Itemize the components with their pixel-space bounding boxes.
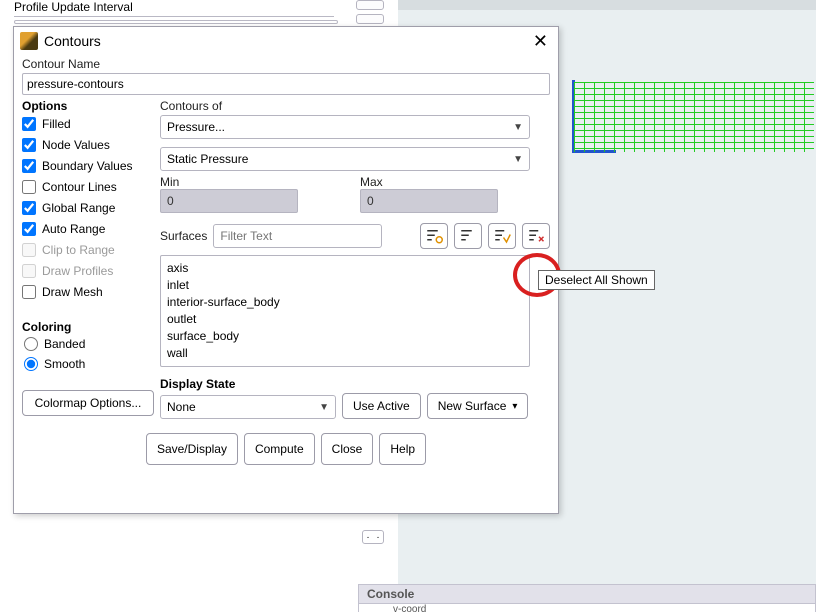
coloring-header: Coloring bbox=[22, 320, 160, 334]
contours-dialog: Contours ✕ Contour Name Options Filled N… bbox=[13, 26, 559, 514]
list-item[interactable]: surface_body bbox=[167, 328, 523, 345]
coloring-banded[interactable]: Banded bbox=[22, 334, 160, 354]
mesh-preview bbox=[574, 82, 814, 152]
opt-clip-to-range: Clip to Range bbox=[22, 239, 160, 260]
options-header: Options bbox=[22, 99, 160, 113]
chevron-down-icon: ▾ bbox=[512, 401, 517, 412]
contours-subvar-combo[interactable]: Static Pressure ▼ bbox=[160, 147, 530, 171]
surfaces-label: Surfaces bbox=[160, 229, 207, 243]
profile-update-section: Profile Update Interval bbox=[14, 0, 334, 17]
sort-button[interactable] bbox=[454, 223, 482, 249]
deselect-all-button[interactable] bbox=[522, 223, 550, 249]
contour-name-input[interactable] bbox=[22, 73, 550, 95]
collapse-down-button[interactable]: ﹒﹒ bbox=[362, 530, 384, 544]
coloring-smooth[interactable]: Smooth bbox=[22, 354, 160, 374]
dialog-titlebar[interactable]: Contours ✕ bbox=[14, 27, 558, 55]
viewport-topbar bbox=[398, 0, 816, 10]
console-title: Console bbox=[367, 587, 414, 601]
opt-boundary-values[interactable]: Boundary Values bbox=[22, 155, 160, 176]
compute-button[interactable]: Compute bbox=[244, 433, 315, 465]
list-item[interactable]: wall bbox=[167, 345, 523, 362]
max-label: Max bbox=[360, 175, 550, 189]
filter-toggle-button[interactable] bbox=[420, 223, 448, 249]
dialog-main-buttons: Save/Display Compute Close Help bbox=[22, 433, 550, 465]
use-active-button[interactable]: Use Active bbox=[342, 393, 421, 419]
contours-of-label: Contours of bbox=[160, 99, 550, 113]
app-icon bbox=[20, 32, 38, 50]
opt-draw-mesh[interactable]: Draw Mesh bbox=[22, 281, 160, 302]
opt-draw-profiles: Draw Profiles bbox=[22, 260, 160, 281]
save-display-button[interactable]: Save/Display bbox=[146, 433, 238, 465]
opt-filled[interactable]: Filled bbox=[22, 113, 160, 134]
select-all-button[interactable] bbox=[488, 223, 516, 249]
list-item[interactable]: interior-surface_body bbox=[167, 294, 523, 311]
bg-btn-fragment bbox=[356, 14, 384, 24]
list-item[interactable]: inlet bbox=[167, 277, 523, 294]
opt-auto-range[interactable]: Auto Range bbox=[22, 218, 160, 239]
surfaces-controls: Surfaces bbox=[160, 223, 550, 249]
colormap-options-button[interactable]: Colormap Options... bbox=[22, 390, 154, 416]
dialog-title: Contours bbox=[44, 33, 101, 49]
contours-of-combo[interactable]: Pressure... ▼ bbox=[160, 115, 530, 139]
help-button[interactable]: Help bbox=[379, 433, 426, 465]
display-state-label: Display State bbox=[160, 377, 550, 391]
list-item[interactable]: axis bbox=[167, 260, 523, 277]
bg-btn-fragment bbox=[356, 0, 384, 10]
min-input: 0 bbox=[160, 189, 298, 213]
new-surface-button[interactable]: New Surface▾ bbox=[427, 393, 529, 419]
profile-update-label: Profile Update Interval bbox=[14, 0, 334, 14]
opt-contour-lines[interactable]: Contour Lines bbox=[22, 176, 160, 197]
max-input: 0 bbox=[360, 189, 498, 213]
surfaces-listbox[interactable]: axis inlet interior-surface_body outlet … bbox=[160, 255, 530, 367]
surfaces-filter-input[interactable] bbox=[213, 224, 382, 248]
contours-of-column: Contours of Pressure... ▼ Static Pressur… bbox=[160, 99, 550, 419]
opt-node-values[interactable]: Node Values bbox=[22, 134, 160, 155]
console-header[interactable]: Console bbox=[358, 584, 816, 604]
chevron-down-icon: ▼ bbox=[319, 402, 329, 413]
chevron-down-icon: ▼ bbox=[513, 154, 523, 165]
close-button[interactable]: Close bbox=[321, 433, 374, 465]
console-line: v-coord bbox=[358, 604, 816, 612]
options-column: Options Filled Node Values Boundary Valu… bbox=[22, 99, 160, 419]
close-icon[interactable]: ✕ bbox=[529, 31, 552, 52]
profile-update-input-edge bbox=[14, 20, 338, 24]
dialog-body: Contour Name Options Filled Node Values … bbox=[14, 55, 558, 471]
display-state-combo[interactable]: None ▼ bbox=[160, 395, 336, 419]
chevron-down-icon: ▼ bbox=[513, 122, 523, 133]
opt-global-range[interactable]: Global Range bbox=[22, 197, 160, 218]
tooltip: Deselect All Shown bbox=[538, 270, 655, 290]
min-label: Min bbox=[160, 175, 350, 189]
contour-name-label: Contour Name bbox=[22, 57, 550, 71]
app-root: Profile Update Interval ﹒﹒ Console v-coo… bbox=[0, 0, 816, 612]
list-item[interactable]: outlet bbox=[167, 311, 523, 328]
divider bbox=[14, 16, 334, 17]
side-button-column bbox=[356, 0, 390, 28]
